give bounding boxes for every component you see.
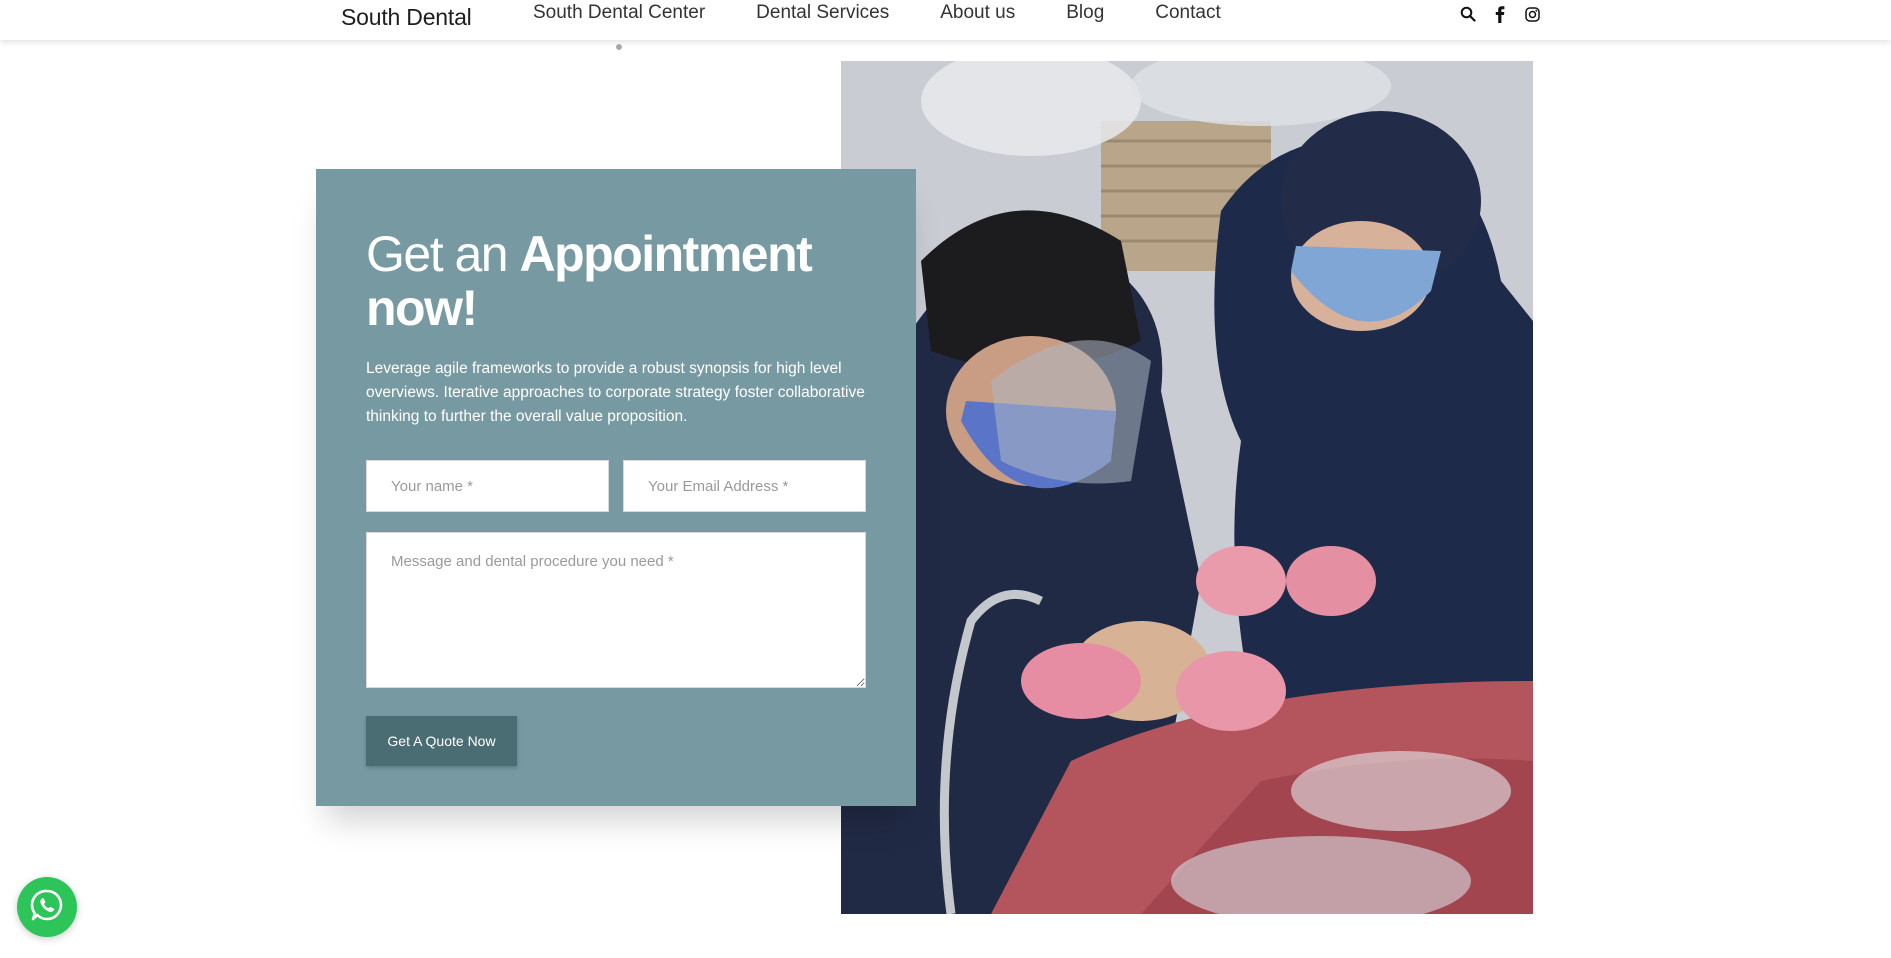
- header-icons: [1459, 5, 1555, 23]
- nav-item-about-us[interactable]: About us: [940, 2, 1015, 24]
- message-field[interactable]: [366, 532, 866, 688]
- nav-item-label: Contact: [1155, 2, 1221, 23]
- nav-item-label: South Dental Center: [533, 2, 706, 23]
- whatsapp-icon: [29, 887, 65, 928]
- appointment-description: Leverage agile frameworks to provide a r…: [366, 360, 865, 425]
- search-icon[interactable]: [1459, 5, 1477, 23]
- nav-item-blog[interactable]: Blog: [1066, 2, 1104, 24]
- heading-light: Get an: [366, 226, 520, 282]
- appointment-heading: Get an Appointment now!: [366, 227, 886, 335]
- nav-item-south-dental-center[interactable]: South Dental Center: [533, 2, 706, 50]
- nav-item-dental-services[interactable]: Dental Services: [756, 2, 889, 24]
- instagram-icon[interactable]: [1523, 5, 1541, 23]
- nav-item-label: Blog: [1066, 2, 1105, 23]
- email-field[interactable]: [623, 460, 866, 512]
- nav-item-contact[interactable]: Contact: [1155, 2, 1220, 24]
- nav-item-label: About us: [940, 2, 1016, 23]
- dental-procedure-photo: [841, 61, 1533, 914]
- main-nav: South Dental Center Dental Services Abou…: [533, 2, 1272, 50]
- get-quote-button[interactable]: Get A Quote Now: [366, 716, 517, 766]
- facebook-icon[interactable]: [1491, 5, 1509, 23]
- name-field[interactable]: [366, 460, 609, 512]
- nav-item-label: Dental Services: [756, 2, 890, 23]
- active-indicator: [616, 44, 623, 50]
- site-logo[interactable]: South Dental: [341, 4, 472, 31]
- site-header: South Dental South Dental Center Dental …: [0, 0, 1891, 50]
- appointment-panel: Get an Appointment now! Leverage agile f…: [316, 169, 916, 806]
- whatsapp-button[interactable]: [17, 877, 77, 937]
